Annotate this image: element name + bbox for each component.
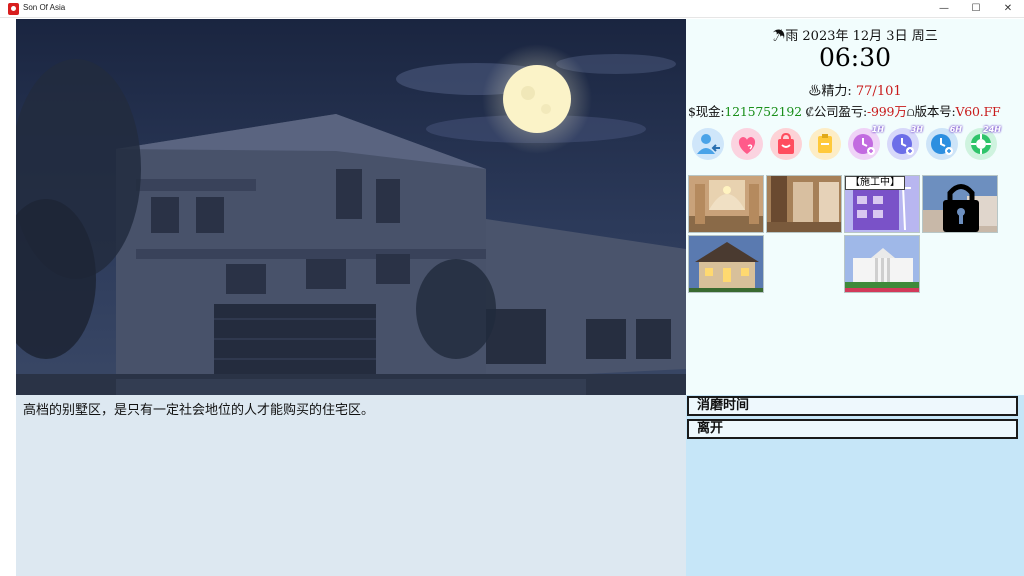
location-thumb-house[interactable] (688, 235, 764, 293)
notes-icon[interactable] (809, 128, 841, 160)
game-clock: 06:30 (818, 43, 892, 72)
cash-value: 1215752192 (724, 104, 802, 119)
energy-value: 77/101 (855, 84, 902, 99)
app-logo-icon (8, 3, 19, 15)
company-value: -999万 (867, 104, 907, 119)
location-thumb-hall[interactable] (766, 175, 842, 233)
pass-time-button[interactable]: 消磨时间 (687, 396, 1018, 416)
window-title-bar: Son Of Asia — ☐ ✕ (0, 0, 1024, 18)
clock-3h-badge: 3H (910, 125, 923, 134)
hot-spring-icon: ♨ (808, 84, 822, 99)
clock-1h-icon[interactable]: 1H (848, 125, 884, 160)
construction-label: 【施工中】 (845, 176, 905, 190)
clock-24h-badge: 24H (983, 125, 1001, 134)
status-panel: ☂雨 2023年 12月 3日 周三 06:30 ♨精力: 77/101 $现金… (686, 19, 1024, 395)
leave-button[interactable]: 离开 (687, 419, 1018, 439)
action-panel: 消磨时间 离开 (686, 395, 1024, 576)
villa-scene-image (16, 19, 686, 395)
close-button[interactable]: ✕ (992, 0, 1024, 18)
window-left-border (0, 18, 16, 576)
weather-date-text: 雨 2023年 12月 3日 周三 (785, 29, 938, 44)
maximize-button[interactable]: ☐ (960, 0, 992, 18)
umbrella-icon: ☂ (772, 29, 786, 44)
clock-1h-badge: 1H (871, 125, 884, 134)
location-thumb-living-room[interactable] (688, 175, 764, 233)
energy-line: ♨精力: 77/101 (686, 80, 1024, 99)
heart-icon[interactable] (731, 128, 763, 160)
location-thumb-construction[interactable]: 【施工中】 (844, 175, 920, 233)
energy-label: 精力: (821, 84, 856, 99)
minimize-button[interactable]: — (928, 0, 960, 18)
company-label: ₡公司盈亏: (801, 104, 868, 119)
contacts-icon[interactable] (692, 128, 724, 160)
location-thumb-locked[interactable] (922, 175, 998, 233)
stats-line: $现金:1215752192 ₡公司盈亏:-999万⩍版本号:V60.FF (688, 101, 1024, 120)
version-value: V60.FF (955, 104, 1001, 119)
weather-date-line: ☂雨 2023年 12月 3日 周三 (686, 25, 1024, 44)
shopping-bag-icon[interactable] (770, 128, 802, 160)
clock-6h-badge: 6H (949, 125, 962, 134)
description-panel: 高档的别墅区，是只有一定社会地位的人才能购买的住宅区。 (16, 395, 686, 576)
clock-6h-icon[interactable]: 6H (926, 125, 962, 160)
window-title: Son Of Asia (23, 3, 66, 12)
cash-label: $现金: (688, 104, 725, 119)
location-description: 高档的别墅区，是只有一定社会地位的人才能购买的住宅区。 (23, 403, 375, 418)
version-label: ⩍版本号: (906, 104, 956, 119)
clock-3h-icon[interactable]: 3H (887, 125, 923, 160)
location-thumb-white-house[interactable] (844, 235, 920, 293)
clock-24h-icon[interactable]: 24H (965, 125, 1001, 160)
